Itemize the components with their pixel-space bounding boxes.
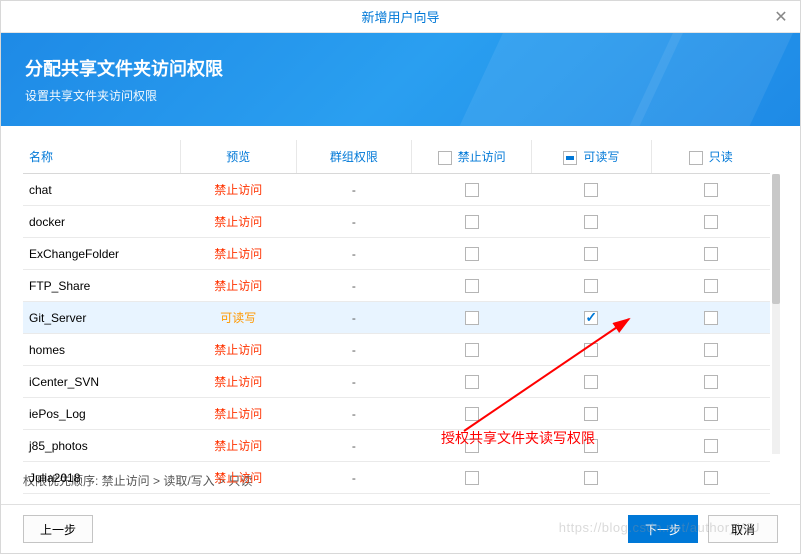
ro-checkbox[interactable] — [704, 343, 718, 357]
cell-name: ExChangeFolder — [23, 238, 180, 270]
cell-name: Git_Server — [23, 302, 180, 334]
scrollbar-track[interactable] — [772, 174, 780, 454]
table-wrap: 名称 预览 群组权限 禁止访问 可读写 只读 chat禁止访问-docker禁止… — [23, 140, 770, 460]
rw-header-checkbox[interactable] — [563, 151, 577, 165]
rw-checkbox[interactable] — [584, 215, 598, 229]
col-rw-label: 可读写 — [583, 150, 619, 164]
cell-preview: 禁止访问 — [180, 462, 296, 494]
col-name[interactable]: 名称 — [23, 140, 180, 174]
cell-preview: 禁止访问 — [180, 430, 296, 462]
footer: 上一步 下一步 取消 — [1, 504, 800, 553]
ro-checkbox[interactable] — [704, 407, 718, 421]
cell-group: - — [296, 174, 411, 206]
ro-checkbox[interactable] — [704, 183, 718, 197]
permissions-table: 名称 预览 群组权限 禁止访问 可读写 只读 chat禁止访问-docker禁止… — [23, 140, 770, 494]
title-bar: 新增用户向导 ✕ — [1, 1, 800, 33]
deny-checkbox[interactable] — [465, 343, 479, 357]
cell-preview: 禁止访问 — [180, 238, 296, 270]
banner-heading: 分配共享文件夹访问权限 — [25, 55, 776, 81]
deny-checkbox[interactable] — [465, 183, 479, 197]
rw-checkbox[interactable] — [584, 439, 598, 453]
ro-checkbox[interactable] — [704, 279, 718, 293]
cell-preview: 可读写 — [180, 302, 296, 334]
ro-checkbox[interactable] — [704, 215, 718, 229]
cell-name: j85_photos — [23, 430, 180, 462]
table-row[interactable]: ExChangeFolder禁止访问- — [23, 238, 770, 270]
rw-checkbox[interactable] — [584, 343, 598, 357]
col-deny-label: 禁止访问 — [458, 150, 506, 164]
col-ro[interactable]: 只读 — [651, 140, 770, 174]
ro-checkbox[interactable] — [704, 471, 718, 485]
col-preview[interactable]: 预览 — [180, 140, 296, 174]
deny-header-checkbox[interactable] — [438, 151, 452, 165]
table-row[interactable]: chat禁止访问- — [23, 174, 770, 206]
deny-checkbox[interactable] — [465, 247, 479, 261]
title-text: 新增用户向导 — [361, 7, 439, 26]
table-row[interactable]: iCenter_SVN禁止访问- — [23, 366, 770, 398]
ro-checkbox[interactable] — [704, 311, 718, 325]
cell-preview: 禁止访问 — [180, 334, 296, 366]
ro-checkbox[interactable] — [704, 247, 718, 261]
wizard-modal: 新增用户向导 ✕ 分配共享文件夹访问权限 设置共享文件夹访问权限 名称 预览 群… — [0, 0, 801, 554]
cell-name: iePos_Log — [23, 398, 180, 430]
cell-preview: 禁止访问 — [180, 174, 296, 206]
col-ro-label: 只读 — [709, 150, 733, 164]
cell-name: iCenter_SVN — [23, 366, 180, 398]
cell-group: - — [296, 238, 411, 270]
rw-checkbox[interactable] — [584, 407, 598, 421]
cell-preview: 禁止访问 — [180, 398, 296, 430]
table-row[interactable]: iePos_Log禁止访问- — [23, 398, 770, 430]
deny-checkbox[interactable] — [465, 375, 479, 389]
cell-group: - — [296, 334, 411, 366]
cell-name: FTP_Share — [23, 270, 180, 302]
col-deny[interactable]: 禁止访问 — [412, 140, 532, 174]
cell-group: - — [296, 270, 411, 302]
cell-name: docker — [23, 206, 180, 238]
prev-button[interactable]: 上一步 — [23, 515, 93, 543]
table-row[interactable]: Julia2018禁止访问- — [23, 462, 770, 494]
col-group-perm[interactable]: 群组权限 — [296, 140, 411, 174]
cell-name: homes — [23, 334, 180, 366]
cell-group: - — [296, 398, 411, 430]
close-icon[interactable]: ✕ — [772, 7, 790, 25]
ro-checkbox[interactable] — [704, 439, 718, 453]
banner-sub: 设置共享文件夹访问权限 — [25, 87, 776, 104]
deny-checkbox[interactable] — [465, 311, 479, 325]
table-row[interactable]: homes禁止访问- — [23, 334, 770, 366]
deny-checkbox[interactable] — [465, 407, 479, 421]
next-button[interactable]: 下一步 — [628, 515, 698, 543]
cell-preview: 禁止访问 — [180, 270, 296, 302]
col-rw[interactable]: 可读写 — [532, 140, 651, 174]
table-row[interactable]: j85_photos禁止访问- — [23, 430, 770, 462]
cell-name: Julia2018 — [23, 462, 180, 494]
deny-checkbox[interactable] — [465, 279, 479, 293]
cell-group: - — [296, 430, 411, 462]
banner: 分配共享文件夹访问权限 设置共享文件夹访问权限 — [1, 33, 800, 126]
rw-checkbox[interactable] — [584, 311, 598, 325]
deny-checkbox[interactable] — [465, 439, 479, 453]
deny-checkbox[interactable] — [465, 215, 479, 229]
deny-checkbox[interactable] — [465, 471, 479, 485]
table-row[interactable]: FTP_Share禁止访问- — [23, 270, 770, 302]
rw-checkbox[interactable] — [584, 279, 598, 293]
cell-preview: 禁止访问 — [180, 206, 296, 238]
ro-header-checkbox[interactable] — [689, 151, 703, 165]
rw-checkbox[interactable] — [584, 183, 598, 197]
cell-preview: 禁止访问 — [180, 366, 296, 398]
cell-group: - — [296, 366, 411, 398]
table-row[interactable]: Git_Server可读写- — [23, 302, 770, 334]
table-row[interactable]: docker禁止访问- — [23, 206, 770, 238]
cell-group: - — [296, 206, 411, 238]
cell-name: chat — [23, 174, 180, 206]
ro-checkbox[interactable] — [704, 375, 718, 389]
cancel-button[interactable]: 取消 — [708, 515, 778, 543]
rw-checkbox[interactable] — [584, 471, 598, 485]
rw-checkbox[interactable] — [584, 375, 598, 389]
cell-group: - — [296, 462, 411, 494]
scrollbar-thumb[interactable] — [772, 174, 780, 304]
rw-checkbox[interactable] — [584, 247, 598, 261]
cell-group: - — [296, 302, 411, 334]
